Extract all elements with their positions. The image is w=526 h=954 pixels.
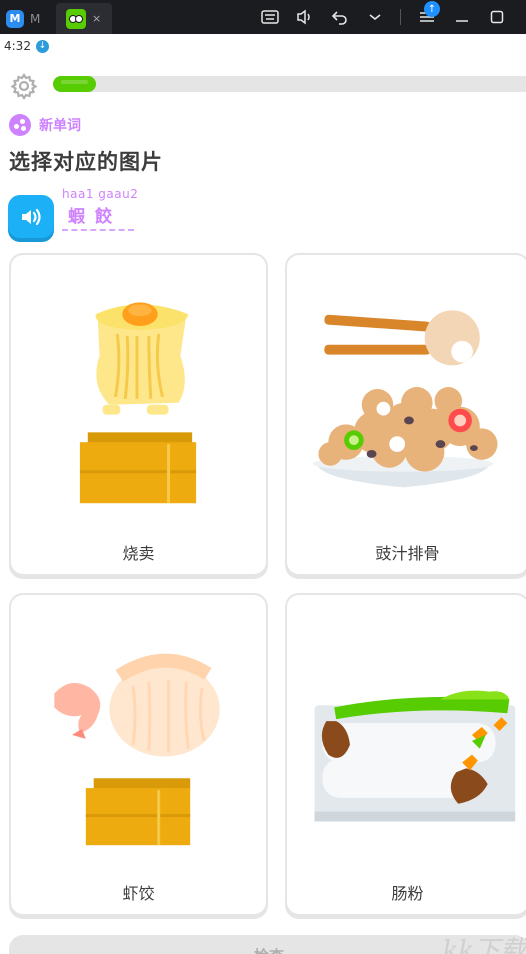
tab-duolingo[interactable]: × [56, 3, 112, 34]
keyboard-icon[interactable] [252, 0, 287, 34]
minimize-icon[interactable] [444, 0, 479, 34]
choice-card-3[interactable]: 虾饺 [9, 593, 268, 916]
target-word[interactable]: haa1 gaau2 蝦餃 [62, 187, 138, 231]
window-titlebar: M M × ↑ [0, 0, 526, 34]
maximize-icon[interactable] [479, 0, 514, 34]
page-title: 选择对应的图片 [9, 150, 163, 174]
duolingo-owl-icon [66, 8, 86, 29]
upload-arrow-icon: ↑ [424, 1, 440, 17]
menu-icon[interactable]: ↑ [409, 0, 444, 34]
new-word-icon [9, 114, 31, 136]
settings-gear-icon[interactable] [10, 72, 38, 100]
divider [400, 9, 401, 25]
lesson-progress-bar [53, 76, 526, 92]
new-word-badge: 新单词 [9, 114, 81, 136]
choice-card-1[interactable]: 烧卖 [9, 253, 268, 576]
siu-mai-icon [79, 302, 197, 504]
choice-label: 豉汁排骨 [375, 544, 440, 563]
har-gow-icon [54, 653, 220, 846]
download-icon: ↓ [35, 39, 49, 53]
volume-icon[interactable] [287, 0, 322, 34]
android-status-bar: 4:32 ↓ [0, 34, 526, 58]
chevron-down-icon[interactable] [357, 0, 392, 34]
choice-card-4[interactable]: 肠粉 [285, 593, 526, 916]
play-audio-button[interactable] [8, 195, 54, 238]
tab-close-icon[interactable]: × [92, 12, 101, 25]
progress-fill [53, 76, 96, 92]
watermark: kk下载 [442, 936, 526, 954]
rice-noodle-roll-icon [314, 690, 516, 822]
spare-ribs-icon [312, 310, 498, 488]
romanization: haa1 gaau2 [62, 187, 139, 201]
back-icon[interactable] [322, 0, 357, 34]
new-word-label: 新单词 [39, 118, 81, 134]
window-controls: ↑ [252, 0, 514, 34]
choice-card-2[interactable]: 豉汁排骨 [285, 253, 526, 576]
app-logo-icon: M [6, 9, 24, 28]
tab-other-app[interactable]: M M [6, 3, 56, 34]
choice-label: 虾饺 [122, 884, 155, 903]
speaker-icon [22, 208, 41, 225]
tab-label: M [30, 11, 41, 26]
choice-label: 烧卖 [122, 544, 155, 563]
word-hanzi: 蝦餃 [62, 202, 134, 231]
status-time: 4:32 [4, 39, 31, 53]
choice-label: 肠粉 [391, 884, 424, 903]
